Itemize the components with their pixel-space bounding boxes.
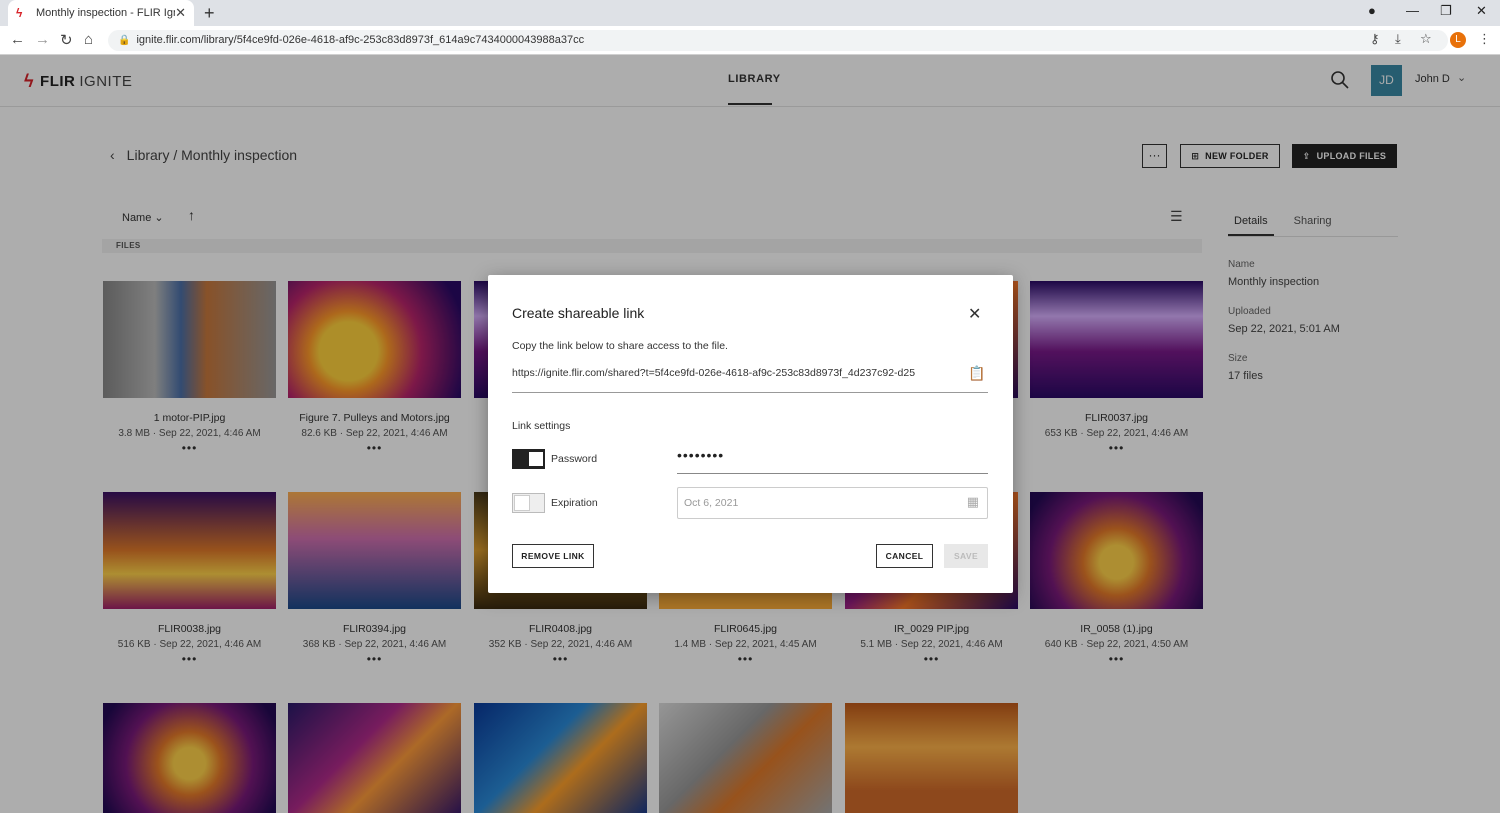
share-link-text[interactable]: https://ignite.flir.com/shared?t=5f4ce9f… <box>512 367 960 379</box>
cancel-button[interactable]: CANCEL <box>876 544 933 568</box>
password-toggle[interactable] <box>512 449 545 469</box>
restore-icon[interactable]: ❐ <box>1440 3 1452 19</box>
link-settings-heading: Link settings <box>512 420 571 432</box>
share-link-dialog: Create shareable link ✕ Copy the link be… <box>488 275 1013 593</box>
browser-tab-bar: ϟ Monthly inspection - FLIR Ignite ✕ + ●… <box>0 0 1500 26</box>
close-tab-icon[interactable]: ✕ <box>175 5 186 21</box>
close-icon[interactable]: ✕ <box>968 304 981 324</box>
expiration-placeholder: Oct 6, 2021 <box>684 497 739 509</box>
save-button[interactable]: SAVE <box>944 544 988 568</box>
back-icon[interactable]: ← <box>10 31 25 48</box>
url-text: ignite.flir.com/library/5f4ce9fd-026e-46… <box>136 34 585 46</box>
password-input[interactable]: •••••••• <box>677 447 988 474</box>
share-link-field[interactable]: https://ignite.flir.com/shared?t=5f4ce9f… <box>512 365 988 393</box>
new-tab-icon[interactable]: + <box>204 3 215 24</box>
expiration-label: Expiration <box>551 497 598 509</box>
expiration-toggle[interactable] <box>512 493 545 513</box>
copy-clipboard-icon[interactable]: 📋 <box>968 365 985 382</box>
lock-icon: 🔒 <box>118 35 131 46</box>
minimize-icon[interactable]: — <box>1406 3 1419 18</box>
address-bar: ← → ↻ ⌂ 🔒 ignite.flir.com/library/5f4ce9f… <box>0 26 1500 55</box>
toggle-knob <box>529 452 543 466</box>
browser-tab-title: Monthly inspection - FLIR Ignite <box>36 7 175 19</box>
profile-avatar[interactable]: L <box>1450 32 1466 48</box>
install-icon[interactable]: ⤓ <box>1395 31 1401 47</box>
media-control-icon[interactable]: ● <box>1368 3 1376 18</box>
dialog-title: Create shareable link <box>512 305 645 321</box>
reload-icon[interactable]: ↻ <box>60 31 73 49</box>
url-input[interactable]: 🔒 ignite.flir.com/library/5f4ce9fd-026e-4… <box>108 30 1448 51</box>
window-close-icon[interactable]: ✕ <box>1476 3 1487 19</box>
forward-icon[interactable]: → <box>35 31 50 48</box>
password-label: Password <box>551 453 598 465</box>
bookmark-star-icon[interactable]: ☆ <box>1420 31 1432 47</box>
browser-tab[interactable]: ϟ Monthly inspection - FLIR Ignite ✕ <box>8 0 194 26</box>
remove-link-button[interactable]: REMOVE LINK <box>512 544 594 568</box>
flir-favicon-icon: ϟ <box>16 6 23 20</box>
key-icon[interactable]: ⚷ <box>1370 31 1380 47</box>
calendar-icon[interactable]: ▦ <box>967 494 979 510</box>
expiration-date-input[interactable]: Oct 6, 2021 ▦ <box>677 487 988 519</box>
home-icon[interactable]: ⌂ <box>84 31 93 48</box>
dialog-description: Copy the link below to share access to t… <box>512 340 728 352</box>
password-value: •••••••• <box>677 447 725 463</box>
browser-menu-icon[interactable]: ⋮ <box>1478 31 1491 47</box>
toggle-knob <box>515 496 529 510</box>
